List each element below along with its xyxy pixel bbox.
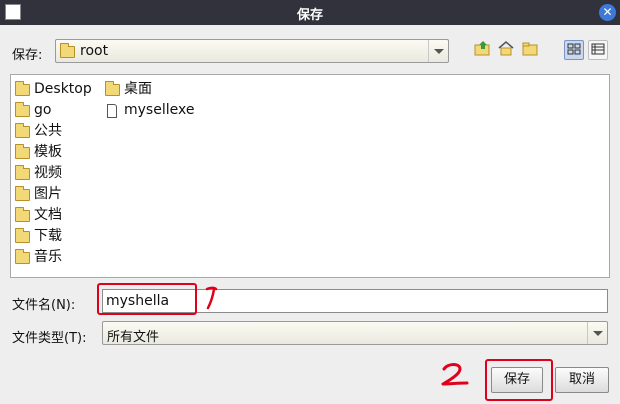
filetype-value: 所有文件 <box>107 330 160 345</box>
folder-icon <box>15 122 30 138</box>
folder-icon <box>15 206 30 222</box>
details-view-icon[interactable] <box>588 40 608 60</box>
look-in-combo[interactable]: root <box>55 39 449 63</box>
list-item[interactable]: 视频 <box>15 163 92 184</box>
folder-icon <box>15 164 30 180</box>
folder-icon <box>15 101 30 117</box>
title-bar: 保存 ✕ <box>0 0 620 25</box>
folder-icon <box>15 248 30 264</box>
list-item[interactable]: 文档 <box>15 205 92 226</box>
folder-icon <box>15 227 30 243</box>
close-icon[interactable]: ✕ <box>599 4 616 21</box>
chevron-down-icon <box>587 322 607 344</box>
folder-icon <box>15 143 30 159</box>
up-folder-icon[interactable] <box>473 40 493 60</box>
list-item[interactable]: 下载 <box>15 226 92 247</box>
list-item[interactable]: mysellexe <box>105 100 194 121</box>
filename-label: 文件名(N): <box>12 298 76 313</box>
filetype-label: 文件类型(T): <box>12 331 87 346</box>
folder-icon <box>15 185 30 201</box>
annotation-mark-2: 2 <box>441 363 469 386</box>
annotation-box-filename <box>97 283 197 315</box>
list-item[interactable]: Desktop <box>15 79 92 100</box>
file-column-1: Desktop go 公共 模板 视频 图片 文档 下载 音乐 <box>15 79 92 268</box>
filetype-combo[interactable]: 所有文件 <box>102 321 608 345</box>
list-view-icon[interactable] <box>564 40 584 60</box>
window-title: 保存 <box>296 8 323 23</box>
look-in-label: 保存: <box>12 48 43 63</box>
folder-icon <box>60 43 75 58</box>
list-item[interactable]: 音乐 <box>15 247 92 268</box>
list-item[interactable]: 模板 <box>15 142 92 163</box>
new-folder-icon[interactable] <box>520 40 540 60</box>
home-icon[interactable] <box>496 40 516 60</box>
file-icon <box>107 103 117 118</box>
file-column-2: 桌面 mysellexe <box>105 79 194 121</box>
annotation-box-save <box>485 359 553 401</box>
annotation-mark-1: 1 <box>205 286 218 310</box>
list-item[interactable]: 桌面 <box>105 79 194 100</box>
look-in-value: root <box>80 43 109 59</box>
list-item[interactable]: 图片 <box>15 184 92 205</box>
folder-icon <box>105 80 120 96</box>
list-item[interactable]: 公共 <box>15 121 92 142</box>
file-list[interactable]: Desktop go 公共 模板 视频 图片 文档 下载 音乐 桌面 mysel… <box>10 74 610 278</box>
list-item[interactable]: go <box>15 100 92 121</box>
chevron-down-icon <box>428 40 448 62</box>
cancel-button[interactable]: 取消 <box>555 367 609 393</box>
folder-icon <box>15 80 30 96</box>
